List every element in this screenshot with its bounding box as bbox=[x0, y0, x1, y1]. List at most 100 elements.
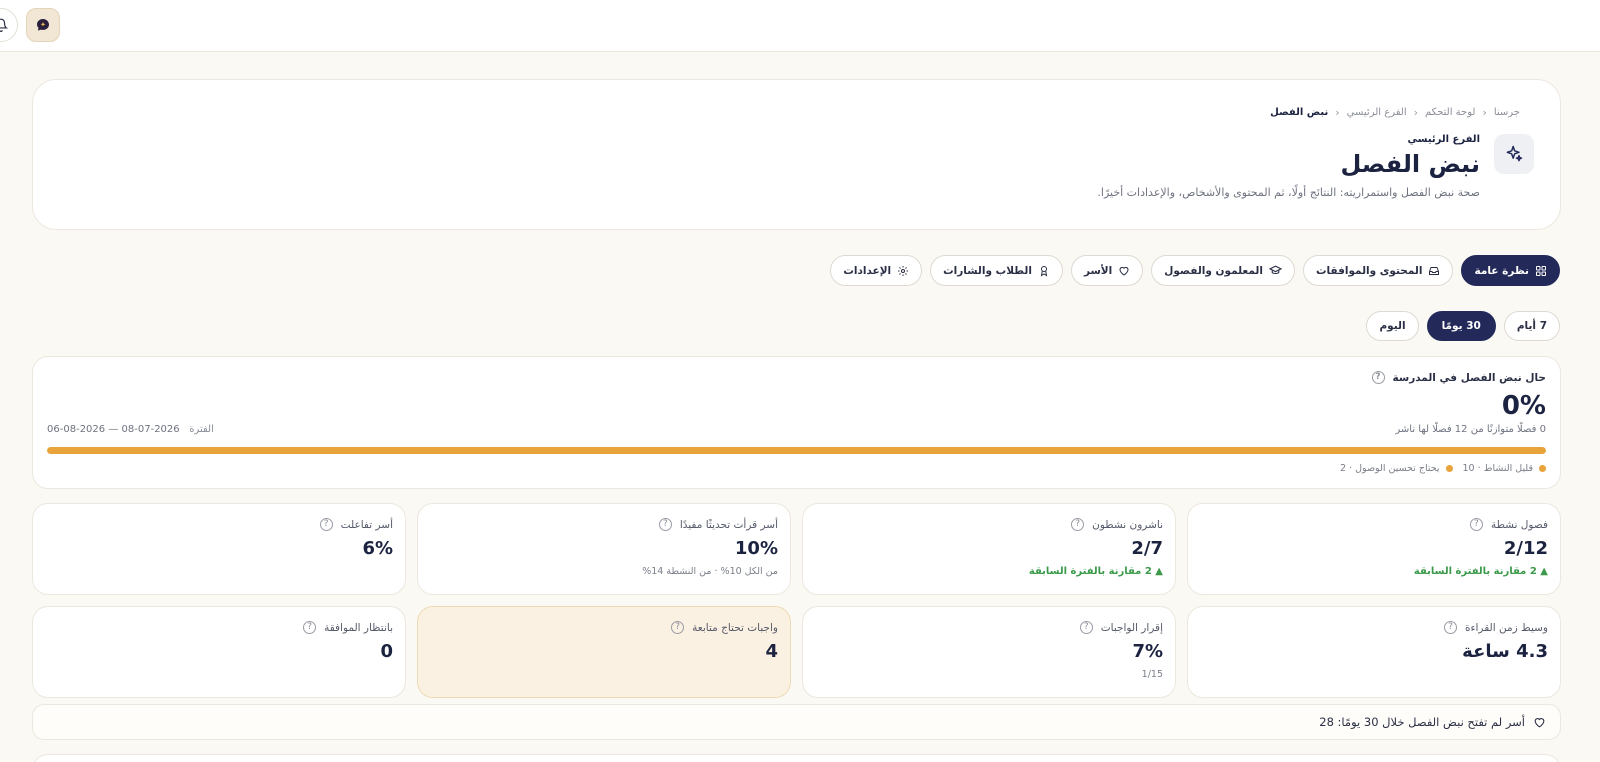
chevron-left-icon: ‹ bbox=[1482, 106, 1487, 119]
metric-value: 2/7 bbox=[1131, 538, 1163, 559]
metric-title-text: إقرار الواجبات bbox=[1100, 621, 1163, 634]
notifications-button[interactable] bbox=[0, 8, 18, 42]
metric-trend: ▲ 2 مقارنة بالفترة السابقة bbox=[1028, 566, 1163, 577]
tab-label: المحتوى والموافقات bbox=[1315, 264, 1423, 277]
metric-trend: ▲ 2 مقارنة بالفترة السابقة bbox=[1413, 566, 1548, 577]
legend-item: قليل النشاط · 10 bbox=[1463, 463, 1546, 474]
metric-title-text: أسر قرأت تحديثًا مفيدًا bbox=[679, 518, 778, 531]
period-7-days[interactable]: 7 أيام bbox=[1503, 311, 1560, 341]
metric-title-text: بانتظار الموافقة bbox=[324, 621, 393, 634]
metric-families-read: أسر قرأت تحديثًا مفيدًا? 10% من الكل 10%… bbox=[417, 503, 791, 595]
metric-title-text: أسر تفاعلت bbox=[340, 518, 393, 531]
metric-families-engaged: أسر تفاعلت? 6% bbox=[32, 503, 406, 595]
school-pulse-card: حال نبض الفصل في المدرسة ? 0% 0 فصلًا مت… bbox=[32, 356, 1561, 489]
metric-title: واجبات تحتاج متابعة? bbox=[671, 621, 778, 634]
metric-title-text: وسيط زمن القراءة bbox=[1465, 621, 1548, 634]
page-icon bbox=[1494, 134, 1534, 174]
inbox-icon bbox=[1429, 266, 1440, 275]
tab-label: نظرة عامة bbox=[1474, 264, 1529, 277]
metric-value: 2/12 bbox=[1503, 538, 1548, 559]
award-icon bbox=[1040, 265, 1048, 276]
metric-homework-followup[interactable]: واجبات تحتاج متابعة? 4 bbox=[417, 606, 791, 698]
tab-label: الطلاب والشارات bbox=[943, 264, 1032, 277]
help-icon[interactable]: ? bbox=[319, 518, 333, 531]
pulse-progress-fill bbox=[47, 447, 1546, 454]
period-30-days[interactable]: 30 يومًا bbox=[1426, 311, 1496, 341]
heart-icon bbox=[1534, 717, 1545, 727]
metric-homework-acknowledgement: إقرار الواجبات? 7% 1/15 bbox=[802, 606, 1176, 698]
tab-students-badges[interactable]: الطلاب والشارات bbox=[930, 255, 1063, 286]
metric-value: 7% bbox=[1132, 641, 1163, 662]
pulse-progress-track bbox=[47, 447, 1546, 454]
pulse-title-text: حال نبض الفصل في المدرسة bbox=[1392, 371, 1547, 384]
pulse-date-range: الفترة 2026-07-08 — 2026-08-06 bbox=[47, 424, 214, 435]
section-tabs: نظرة عامة المحتوى والموافقات المعلمون وا… bbox=[830, 255, 1560, 286]
metric-title: ناشرون نشطون? bbox=[1071, 518, 1163, 531]
tab-label: الأسر bbox=[1083, 264, 1113, 277]
metric-title: بانتظار الموافقة? bbox=[303, 621, 393, 634]
breadcrumb: جرسنا ‹ لوحة التحكم ‹ الفرع الرئيسي ‹ نب… bbox=[1270, 106, 1520, 119]
metric-value: 6% bbox=[362, 538, 393, 559]
notice-content: أسر لم تفتح نبض الفصل خلال 30 يومًا: 28 bbox=[1319, 715, 1546, 729]
tab-overview[interactable]: نظرة عامة bbox=[1461, 255, 1560, 286]
assistant-chat-button[interactable] bbox=[26, 8, 60, 42]
page-description: صحة نبض الفصل واستمراريته: النتائج أولًا… bbox=[1097, 186, 1480, 199]
notice-text: أسر لم تفتح نبض الفصل خلال 30 يومًا: 28 bbox=[1319, 715, 1525, 729]
help-icon[interactable]: ? bbox=[1371, 371, 1385, 384]
metric-title: وسيط زمن القراءة? bbox=[1444, 621, 1548, 634]
breadcrumb-item-dashboard[interactable]: لوحة التحكم bbox=[1425, 107, 1475, 118]
page-subtitle: الفرع الرئيسي bbox=[1407, 134, 1480, 145]
metric-active-publishers: ناشرون نشطون? 2/7 ▲ 2 مقارنة بالفترة الس… bbox=[802, 503, 1176, 595]
legend-item: يحتاج تحسين الوصول · 2 bbox=[1340, 463, 1453, 474]
period-selector: 7 أيام 30 يومًا اليوم bbox=[1366, 311, 1560, 341]
metric-note: 1/15 bbox=[1141, 669, 1163, 680]
metric-title-text: ناشرون نشطون bbox=[1092, 518, 1163, 531]
help-icon[interactable]: ? bbox=[1444, 621, 1458, 634]
metric-title: أسر تفاعلت? bbox=[319, 518, 393, 531]
chevron-left-icon: ‹ bbox=[1335, 106, 1340, 119]
tab-content-approvals[interactable]: المحتوى والموافقات bbox=[1302, 255, 1454, 286]
tab-teachers-classes[interactable]: المعلمون والفصول bbox=[1151, 255, 1295, 286]
tab-label: المعلمون والفصول bbox=[1164, 264, 1263, 277]
heart-icon bbox=[1119, 266, 1129, 276]
metric-value: 0 bbox=[380, 641, 393, 662]
page-header-card: جرسنا ‹ لوحة التحكم ‹ الفرع الرئيسي ‹ نب… bbox=[32, 79, 1561, 230]
help-icon[interactable]: ? bbox=[1079, 621, 1093, 634]
tab-families[interactable]: الأسر bbox=[1070, 255, 1144, 286]
grid-icon bbox=[1536, 265, 1546, 276]
metric-title-text: فصول نشطة bbox=[1490, 518, 1548, 531]
help-icon[interactable]: ? bbox=[658, 518, 672, 531]
pulse-note: 0 فصلًا متوازنًا من 12 فصلًا لها ناشر bbox=[1395, 424, 1546, 435]
breadcrumb-item-branch[interactable]: الفرع الرئيسي bbox=[1347, 107, 1407, 118]
tab-label: الإعدادات bbox=[843, 264, 892, 277]
status-dot-icon bbox=[1445, 465, 1453, 472]
legend-item-label: قليل النشاط · 10 bbox=[1462, 463, 1533, 474]
status-dot-icon bbox=[1539, 465, 1546, 472]
metric-title-text: واجبات تحتاج متابعة bbox=[692, 621, 778, 634]
page-title: نبض الفصل bbox=[1340, 150, 1481, 178]
chevron-left-icon: ‹ bbox=[1413, 106, 1419, 119]
legend-item-label: يحتاج تحسين الوصول · 2 bbox=[1340, 463, 1440, 474]
range-label: الفترة bbox=[189, 424, 214, 435]
inactive-families-notice[interactable]: أسر لم تفتح نبض الفصل خلال 30 يومًا: 28 bbox=[32, 704, 1561, 740]
next-section-card bbox=[32, 754, 1561, 762]
metric-title: إقرار الواجبات? bbox=[1079, 621, 1163, 634]
metric-note: من الكل 10% · من النشطة 14% bbox=[642, 566, 778, 577]
breadcrumb-item-current: نبض الفصل bbox=[1270, 107, 1329, 118]
period-today[interactable]: اليوم bbox=[1366, 311, 1419, 341]
help-icon[interactable]: ? bbox=[303, 621, 317, 634]
help-icon[interactable]: ? bbox=[1071, 518, 1085, 531]
tab-settings[interactable]: الإعدادات bbox=[830, 255, 923, 286]
chat-sparkle-icon bbox=[37, 19, 49, 31]
help-icon[interactable]: ? bbox=[671, 621, 685, 634]
breadcrumb-item-home[interactable]: جرسنا bbox=[1494, 107, 1520, 118]
metric-value: 4.3 ساعة bbox=[1462, 641, 1548, 662]
sparkle-icon bbox=[1506, 145, 1523, 162]
bell-icon bbox=[0, 18, 8, 32]
metric-title: فصول نشطة? bbox=[1469, 518, 1548, 531]
metric-pending-approval: بانتظار الموافقة? 0 bbox=[32, 606, 406, 698]
metric-active-classes: فصول نشطة? 2/12 ▲ 2 مقارنة بالفترة الساب… bbox=[1187, 503, 1561, 595]
pulse-legend: قليل النشاط · 10 يحتاج تحسين الوصول · 2 bbox=[1340, 463, 1546, 474]
help-icon[interactable]: ? bbox=[1469, 518, 1483, 531]
metric-value: 4 bbox=[765, 641, 778, 662]
